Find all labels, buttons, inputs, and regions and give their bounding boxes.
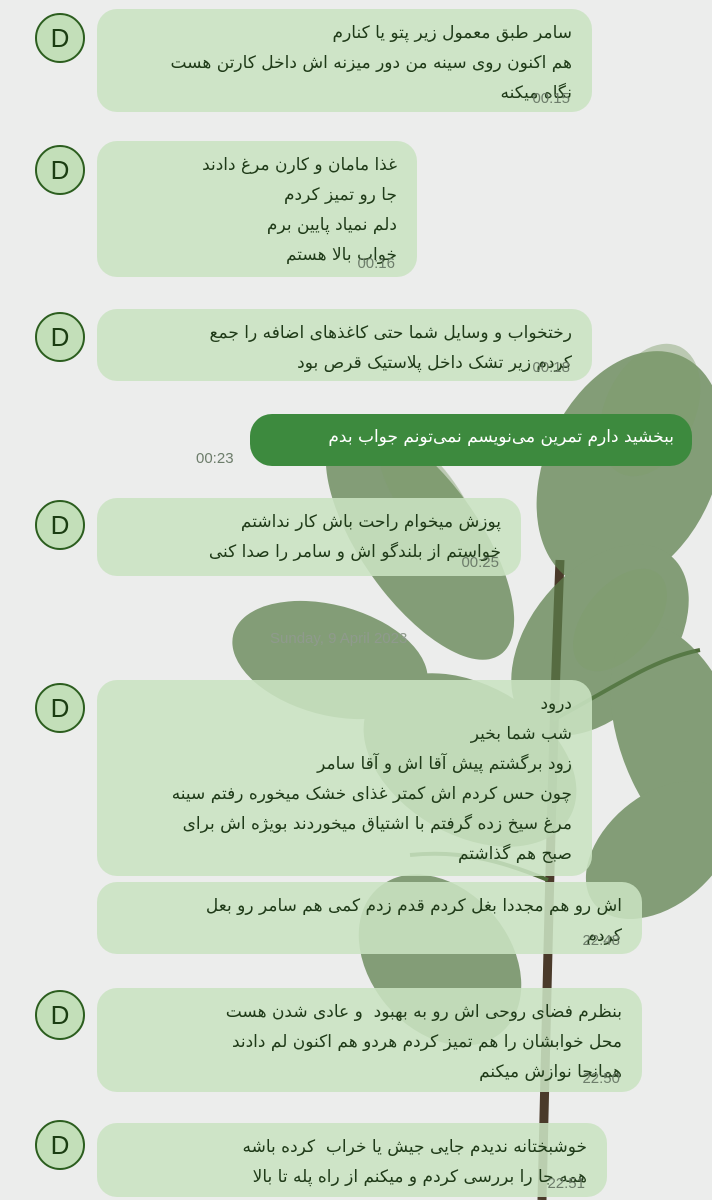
outgoing-message-bubble[interactable]: ببخشید دارم تمرین می‌نویسم نمی‌تونم جواب… [250,414,692,466]
sender-avatar[interactable]: D [35,1120,85,1170]
message-bubble[interactable]: اش رو هم مجددا بغل کردم قدم زدم کمی هم س… [97,882,642,954]
sender-avatar[interactable]: D [35,145,85,195]
sender-avatar[interactable]: D [35,990,85,1040]
sender-avatar[interactable]: D [35,312,85,362]
message-text: غذا مامان و کارن مرغ دادند جا رو تمیز کر… [202,155,397,265]
sender-avatar[interactable]: D [35,500,85,550]
sender-avatar[interactable]: D [35,13,85,63]
date-separator: Sunday, 9 April 2023 [270,630,408,647]
message-bubble[interactable]: رختخواب و وسایل شما حتی کاغذهای اضافه را… [97,309,592,381]
message-text: بنظرم فضای روحی اش رو به بهبود و عادی شد… [225,1002,622,1082]
message-bubble[interactable]: سامر طبق معمول زیر پتو یا کنارم هم اکنون… [97,9,592,112]
message-text: اش رو هم مجددا بغل کردم قدم زدم کمی هم س… [205,896,622,946]
message-text: پوزش میخوام راحت باش کار نداشتم خواستم ا… [208,512,501,562]
message-time: 00:16 [357,255,395,272]
message-time: 00:18 [532,359,570,376]
message-time: 22:50 [582,1070,620,1087]
message-text: سامر طبق معمول زیر پتو یا کنارم هم اکنون… [170,23,572,103]
message-time: 00:15 [532,90,570,107]
message-time: 22:51 [547,1175,585,1192]
sender-avatar[interactable]: D [35,683,85,733]
message-text: خوشبختانه ندیدم جایی جیش یا خراب کرده با… [242,1137,587,1187]
message-text: رختخواب و وسایل شما حتی کاغذهای اضافه را… [209,323,572,373]
message-bubble[interactable]: بنظرم فضای روحی اش رو به بهبود و عادی شد… [97,988,642,1092]
message-bubble[interactable]: خوشبختانه ندیدم جایی جیش یا خراب کرده با… [97,1123,607,1197]
outgoing-message-time: 00:23 [196,450,234,467]
message-time: 00:25 [461,554,499,571]
message-bubble[interactable]: درود شب شما بخیر زود برگشتم پیش آقا اش و… [97,680,592,876]
message-bubble[interactable]: غذا مامان و کارن مرغ دادند جا رو تمیز کر… [97,141,417,277]
message-time: 22:48 [582,932,620,949]
message-bubble[interactable]: پوزش میخوام راحت باش کار نداشتم خواستم ا… [97,498,521,576]
chat-panel: D سامر طبق معمول زیر پتو یا کنارم هم اکن… [0,0,712,1200]
message-text: درود شب شما بخیر زود برگشتم پیش آقا اش و… [171,694,572,864]
outgoing-message-text: ببخشید دارم تمرین می‌نویسم نمی‌تونم جواب… [328,427,674,447]
